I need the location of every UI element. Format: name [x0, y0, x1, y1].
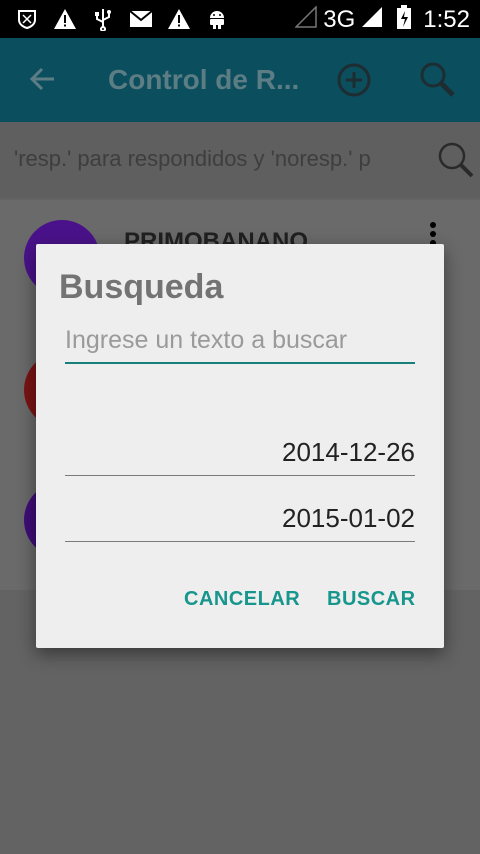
search-text-input[interactable] — [65, 318, 415, 364]
app-title: Control de R... — [108, 64, 300, 95]
back-arrow-icon[interactable] — [26, 62, 60, 96]
notification-icons — [14, 6, 230, 32]
search-dialog: Busqueda 2014-12-26 2015-01-02 CANCELAR … — [36, 244, 444, 648]
android-icon — [204, 6, 230, 32]
email-icon — [128, 6, 154, 32]
signal-empty-icon — [294, 5, 318, 33]
clock: 1:52 — [423, 5, 470, 33]
network-type: 3G — [323, 5, 356, 33]
system-icons: 3G 1:52 — [294, 5, 470, 34]
add-icon[interactable] — [336, 62, 372, 98]
search-icon[interactable] — [418, 60, 458, 100]
search-hint-bar: 'resp.' para respondidos y 'noresp.' p — [0, 122, 480, 198]
warning-icon — [166, 6, 192, 32]
search-button[interactable]: BUSCAR — [327, 588, 416, 611]
date-to-field[interactable]: 2015-01-02 — [65, 498, 415, 542]
warning-icon — [52, 6, 78, 32]
cancel-button[interactable]: CANCELAR — [184, 588, 300, 611]
date-from-field[interactable]: 2014-12-26 — [65, 432, 415, 476]
search-icon[interactable] — [436, 140, 476, 180]
usb-icon — [90, 6, 116, 32]
dialog-title: Busqueda — [59, 268, 224, 306]
app-bar: Control de R... — [0, 38, 480, 122]
shield-icon — [14, 6, 40, 32]
battery-charging-icon — [397, 5, 412, 34]
status-bar: 3G 1:52 — [0, 0, 480, 38]
search-hint-text: 'resp.' para respondidos y 'noresp.' p — [14, 146, 371, 171]
signal-icon — [361, 6, 383, 33]
